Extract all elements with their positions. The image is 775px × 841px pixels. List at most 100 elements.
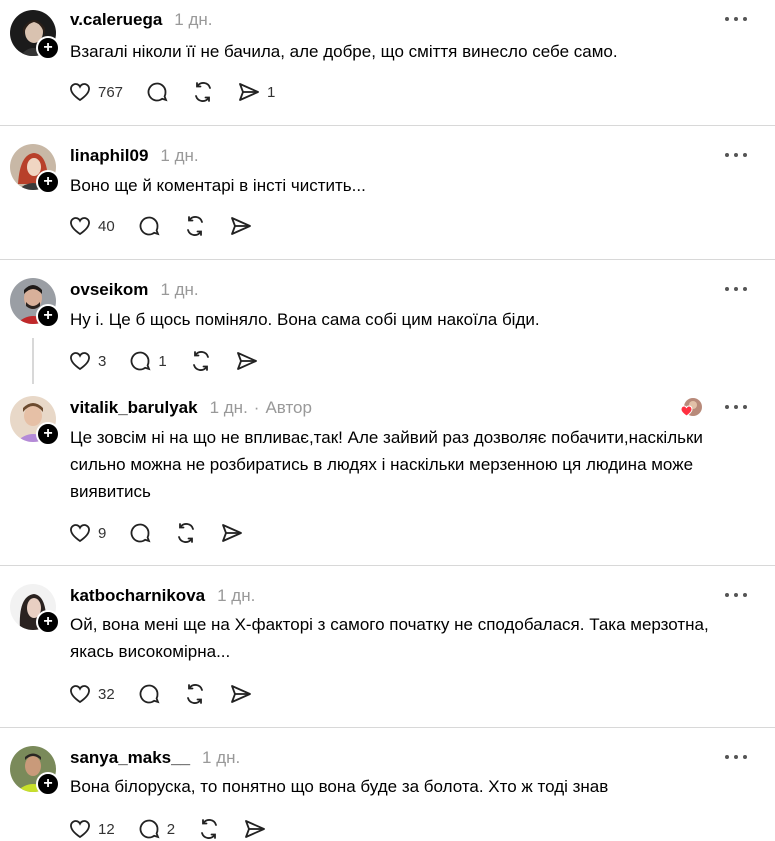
share-icon [236,352,257,370]
like-count: 40 [98,217,115,235]
like-button[interactable]: 767 [68,80,123,104]
share-icon [230,685,251,703]
share-icon [239,83,259,101]
repost-button[interactable] [191,80,215,104]
share-icon [230,217,251,235]
username[interactable]: katbocharnikova [70,586,205,606]
more-icon[interactable] [725,152,747,158]
username[interactable]: ovseikom [70,280,148,300]
like-count: 12 [98,820,115,838]
heart-icon [70,820,90,839]
post-5: + katbocharnikova 1 дн. Ой, вона мені ще… [0,566,775,728]
more-icon[interactable] [725,754,747,760]
reply-button[interactable] [128,521,152,545]
liked-by-author-avatar[interactable] [679,397,703,419]
like-count: 3 [98,352,107,370]
avatar-ovseikom[interactable]: + [10,278,60,328]
share-count: 1 [267,83,276,101]
timestamp[interactable]: 1 дн. [202,748,240,768]
more-icon[interactable] [725,592,747,598]
share-button[interactable] [235,349,259,373]
reply-button[interactable] [145,80,169,104]
post-text: Взагалі ніколи її не бачила, але добре, … [70,42,618,61]
heart-icon [70,83,90,102]
post-text: Вона білоруска, то понятно що вона буде … [70,777,609,796]
author-label: Автор [265,398,312,417]
repost-icon [186,216,203,236]
follow-plus-icon[interactable]: + [36,772,60,796]
share-icon [222,524,243,542]
thread-line [32,338,34,384]
post-4: + vitalik_barulyak 1 дн. · Автор Це зовс… [0,386,775,566]
timestamp[interactable]: 1 дн. [174,10,212,30]
comment-icon [130,523,151,543]
follow-plus-icon[interactable]: + [36,610,60,634]
like-count: 767 [98,83,124,101]
share-button[interactable] [220,521,244,545]
share-button[interactable] [229,682,253,706]
repost-button[interactable] [189,349,213,373]
post-text: Ой, вона мені ще на Х-факторі з самого п… [70,615,709,661]
more-icon[interactable] [725,286,747,292]
timestamp[interactable]: 1 дн. [210,398,248,418]
avatar-katbocharnikova[interactable]: + [10,584,60,634]
follow-plus-icon[interactable]: + [36,170,60,194]
share-button[interactable]: 1 [237,80,275,104]
repost-button[interactable] [197,817,221,841]
reply-count: 2 [166,820,176,838]
more-icon[interactable] [725,404,747,410]
reply-button[interactable] [137,214,161,238]
avatar-sanya-maks[interactable]: + [10,746,60,796]
heart-icon [70,217,90,236]
like-count: 9 [98,524,107,542]
reply-button[interactable]: 2 [137,817,175,841]
separator-dot: · [253,398,260,417]
heart-icon [70,352,90,371]
avatar-v-caleruega[interactable]: + [10,10,60,60]
repost-icon [192,351,209,371]
repost-icon [195,82,211,102]
post-text: Воно ще й коментарі в інсті чистить... [70,176,366,195]
like-button[interactable]: 12 [68,817,115,841]
share-button[interactable] [229,214,253,238]
share-icon [245,820,265,838]
like-button[interactable]: 9 [68,521,106,545]
post-text: Ну і. Це б щось поміняло. Вона сама собі… [70,310,540,329]
username[interactable]: v.caleruega [70,10,162,30]
repost-button[interactable] [183,682,207,706]
reply-count: 1 [158,352,167,370]
post-1: + v.caleruega 1 дн. Взагалі ніколи її не… [0,0,775,126]
like-button[interactable]: 40 [68,214,115,238]
like-button[interactable]: 32 [68,682,115,706]
repost-button[interactable] [183,214,207,238]
timestamp[interactable]: 1 дн. [160,146,198,166]
username[interactable]: sanya_maks__ [70,748,190,768]
heart-icon [70,685,90,704]
username[interactable]: linaphil09 [70,146,148,166]
like-count: 32 [98,685,115,703]
comment-icon [139,684,160,704]
post-3: + ovseikom 1 дн. Ну і. Це б щось помінял… [0,260,775,386]
more-icon[interactable] [725,16,747,22]
repost-icon [178,523,195,543]
comment-icon [147,82,168,102]
post-text: Це зовсім ні на що не впливає,так! Але з… [70,428,703,501]
follow-plus-icon[interactable]: + [36,422,60,446]
timestamp[interactable]: 1 дн. [217,586,255,606]
share-button[interactable] [243,817,267,841]
timestamp[interactable]: 1 дн. [160,280,198,300]
reply-button[interactable]: 1 [128,349,167,373]
post-2: + linaphil09 1 дн. Воно ще й коментарі в… [0,126,775,260]
comment-icon [130,351,151,371]
heart-icon [70,524,90,543]
comment-icon [139,216,160,236]
avatar-vitalik-barulyak[interactable]: + [10,396,60,446]
reply-button[interactable] [137,682,161,706]
follow-plus-icon[interactable]: + [36,36,60,60]
avatar-linaphil09[interactable]: + [10,144,60,194]
username[interactable]: vitalik_barulyak [70,398,198,418]
repost-icon [201,819,217,839]
repost-button[interactable] [174,521,198,545]
like-button[interactable]: 3 [68,349,106,373]
follow-plus-icon[interactable]: + [36,304,60,328]
